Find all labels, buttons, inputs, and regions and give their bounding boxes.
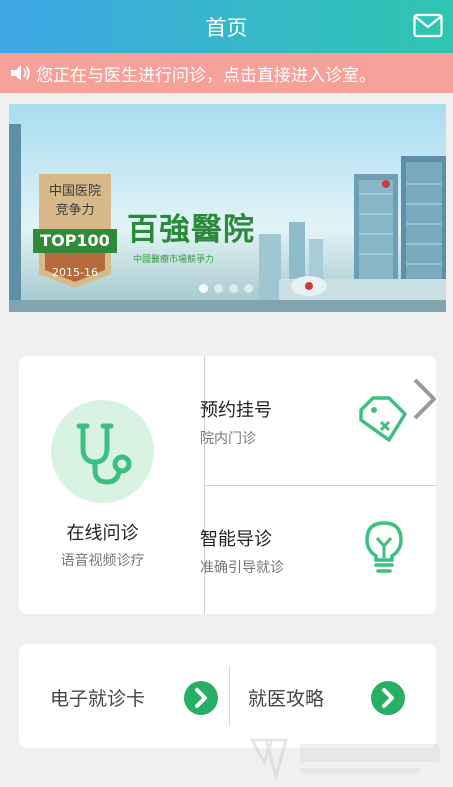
stethoscope-icon bbox=[76, 423, 132, 485]
online-consultation-title: 在线问诊 bbox=[66, 523, 139, 544]
badge-subtitle: 竞争力 bbox=[55, 203, 95, 218]
badge-year: 2015-16 bbox=[52, 266, 98, 279]
banner-hospital-name: 百強醫院 bbox=[127, 212, 255, 248]
badge-rank: TOP100 bbox=[33, 229, 117, 253]
electronic-card-go-button[interactable] bbox=[184, 681, 218, 715]
ticket-tag-icon bbox=[359, 396, 407, 442]
consultation-notice[interactable]: 您正在与医生进行问诊，点击直接进入诊室。 bbox=[0, 53, 453, 93]
carousel-dot[interactable] bbox=[214, 284, 223, 293]
speaker-icon bbox=[11, 65, 30, 81]
notice-text: 您正在与医生进行问诊，点击直接进入诊室。 bbox=[36, 65, 376, 86]
online-consultation-subtitle: 语音视频诊疗 bbox=[60, 553, 145, 569]
chevron-right-icon[interactable] bbox=[406, 374, 442, 424]
page-title: 首页 bbox=[205, 16, 248, 40]
electronic-card-label: 电子就诊卡 bbox=[50, 688, 146, 710]
watermark-logo bbox=[250, 738, 440, 782]
arrow-right-icon bbox=[195, 688, 207, 708]
medical-guide-go-button[interactable] bbox=[371, 681, 405, 715]
smart-guide-title: 智能导诊 bbox=[200, 529, 272, 550]
carousel-dot[interactable] bbox=[199, 284, 208, 293]
medical-guide-label: 就医攻略 bbox=[248, 688, 325, 710]
hospital-banner[interactable]: 中国医院 竞争力 TOP100 2015-16 百強醫院 中國醫療市場競爭力 bbox=[9, 104, 446, 312]
appointment-subtitle: 院内门诊 bbox=[200, 431, 256, 447]
carousel-dot[interactable] bbox=[244, 284, 253, 293]
banner-hospital-subtitle: 中國醫療市場競爭力 bbox=[133, 255, 215, 265]
badge-title: 中国医院 bbox=[48, 184, 101, 199]
carousel-indicators bbox=[199, 284, 253, 293]
carousel-dot[interactable] bbox=[229, 284, 238, 293]
header-bar: 首页 bbox=[0, 0, 453, 53]
ranking-badge: 中国医院 竞争力 TOP100 2015-16 bbox=[33, 174, 117, 286]
lightbulb-icon bbox=[365, 521, 403, 573]
mail-icon[interactable] bbox=[413, 13, 443, 39]
divider bbox=[229, 666, 230, 726]
divider bbox=[205, 485, 436, 486]
smart-guide-subtitle: 准确引导就诊 bbox=[200, 560, 284, 576]
appointment-title: 预约挂号 bbox=[200, 400, 272, 421]
arrow-right-icon bbox=[382, 688, 394, 708]
stethoscope-icon-bg bbox=[51, 400, 154, 503]
services-card: 在线问诊 语音视频诊疗 预约挂号 院内门诊 智能导诊 准确引导就诊 bbox=[19, 356, 436, 614]
